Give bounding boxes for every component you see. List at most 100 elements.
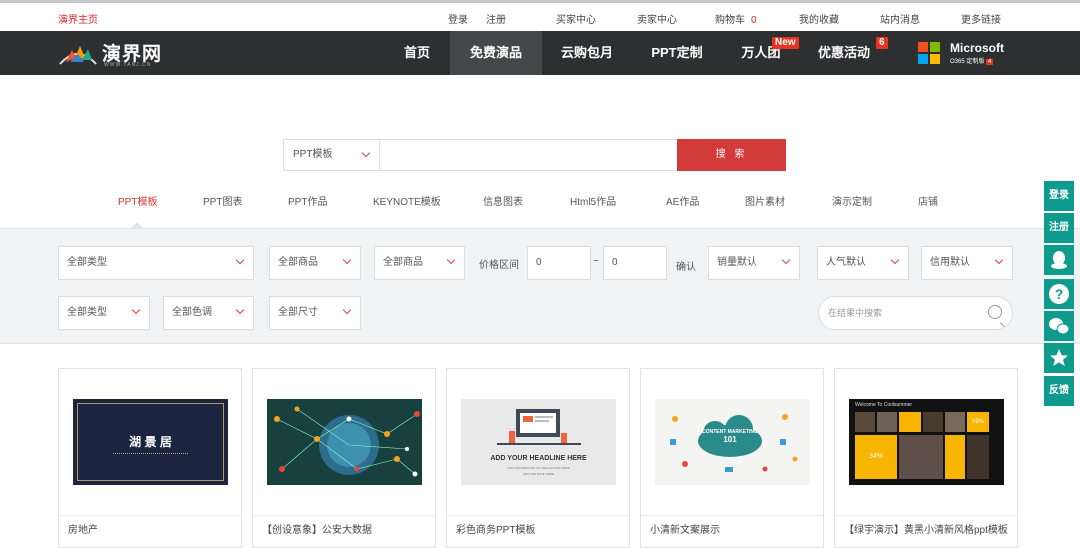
cart-link[interactable]: 购物车 0 <box>715 11 757 26</box>
filter-goods2-select[interactable]: 全部商品 <box>374 246 465 280</box>
search-icon[interactable] <box>988 305 1002 319</box>
search-input[interactable] <box>381 140 676 170</box>
side-register-button[interactable]: 注册 <box>1044 213 1074 243</box>
tab-html5[interactable]: Html5作品 <box>570 193 616 208</box>
nav-monthly-label: 云购包月 <box>560 45 613 60</box>
seller-center-link[interactable]: 卖家中心 <box>637 11 677 26</box>
nav-group-buy[interactable]: 万人团 New <box>722 31 800 75</box>
product-thumbnail[interactable]: Welcome To Coolsummer 59% 34% <box>849 399 1004 485</box>
qq-button[interactable] <box>1044 245 1074 275</box>
svg-text:?: ? <box>1055 286 1064 302</box>
product-card[interactable]: CONTENT MARKETING 101 小清新文案展示 <box>640 368 824 548</box>
product-title[interactable]: 【绿宇演示】黄黑小清新风格ppt模板 <box>835 515 1017 536</box>
tab-images[interactable]: 图片素材 <box>745 193 785 208</box>
product-title[interactable]: 房地产 <box>59 515 241 536</box>
sort-popularity-select[interactable]: 人气默认 <box>817 246 909 280</box>
nav-monthly[interactable]: 云购包月 <box>542 31 632 75</box>
price-from-input[interactable]: 0 <box>527 246 591 280</box>
product-thumbnail[interactable] <box>267 399 422 485</box>
tile-photo <box>899 435 943 479</box>
product-card[interactable]: 湖 景 居 房地产 <box>58 368 242 548</box>
filter-size-select[interactable]: 全部尺寸 <box>269 296 361 330</box>
messages-link[interactable]: 站内消息 <box>880 11 920 26</box>
microsoft-title: Microsoft <box>950 41 1004 55</box>
login-link[interactable]: 登录 <box>448 11 468 26</box>
filter-color-value: 全部色调 <box>172 307 212 318</box>
nav-promotions-label: 优惠活动 <box>817 45 870 60</box>
filter-type-select[interactable]: 全部类型 <box>58 246 254 280</box>
microsoft-sub: O365 定制版 4 <box>950 56 994 65</box>
microsoft-sub-text: O365 定制版 <box>950 59 985 65</box>
price-confirm-button[interactable]: 确认 <box>676 258 696 273</box>
ornament-line <box>113 453 188 456</box>
side-feedback-button[interactable]: 反馈 <box>1044 376 1074 406</box>
filter-size-value: 全部尺寸 <box>278 307 318 318</box>
nav-free[interactable]: 免费演品 <box>450 31 542 75</box>
tile-photo <box>967 435 989 479</box>
logo-icon <box>59 46 97 65</box>
product-thumbnail[interactable]: 湖 景 居 <box>73 399 228 485</box>
chevron-down-icon <box>361 148 371 158</box>
product-title[interactable]: 小清新文案展示 <box>641 515 823 536</box>
product-card[interactable]: ADD YOUR HEADLINE HERE ADD INFORMATION O… <box>446 368 630 548</box>
nav-promotions[interactable]: 优惠活动 6 <box>800 31 888 75</box>
home-link[interactable]: 演界主页 <box>58 11 98 26</box>
tab-infographic[interactable]: 信息图表 <box>483 193 523 208</box>
tile-percent-2: 34% <box>855 435 897 479</box>
tab-ppt-chart[interactable]: PPT图表 <box>203 193 242 208</box>
microsoft-banner[interactable]: Microsoft O365 定制版 4 <box>918 41 1008 67</box>
thumb-headline: ADD YOUR HEADLINE HERE <box>490 455 587 462</box>
cart-label: 购物车 <box>715 15 745 26</box>
result-search-input[interactable]: 在结果中搜索 <box>818 296 1013 330</box>
filter-type2-select[interactable]: 全部类型 <box>58 296 150 330</box>
sort-sales-select[interactable]: 销量默认 <box>708 246 800 280</box>
product-title[interactable]: 彩色商务PPT模板 <box>447 515 629 536</box>
tab-shop[interactable]: 店铺 <box>918 193 938 208</box>
nav-home[interactable]: 首页 <box>384 31 450 75</box>
wechat-button[interactable] <box>1044 311 1074 341</box>
filter-goods-value: 全部商品 <box>278 257 318 268</box>
tab-ppt-works[interactable]: PPT作品 <box>288 193 327 208</box>
favorite-button[interactable] <box>1044 343 1074 373</box>
sort-popularity-value: 人气默认 <box>826 257 866 268</box>
chevron-down-icon <box>890 255 900 265</box>
chevron-down-icon <box>446 255 456 265</box>
tab-custom[interactable]: 演示定制 <box>832 193 872 208</box>
thumb-sub-text-2: ADD THE DATE HERE <box>523 472 554 476</box>
chevron-down-icon <box>342 305 352 315</box>
microsoft-logo-icon <box>918 42 940 64</box>
nav-ppt-custom[interactable]: PPT定制 <box>632 31 722 75</box>
more-links[interactable]: 更多链接 <box>961 11 1001 26</box>
product-card[interactable]: 【创设意象】公安大数据 <box>252 368 436 548</box>
filter-color-select[interactable]: 全部色调 <box>163 296 254 330</box>
price-to-input[interactable]: 0 <box>603 246 667 280</box>
tab-keynote[interactable]: KEYNOTE模板 <box>373 193 441 208</box>
product-thumbnail[interactable]: ADD YOUR HEADLINE HERE ADD INFORMATION O… <box>461 399 616 485</box>
nav-menu: 首页 免费演品 云购包月 PPT定制 万人团 New 优惠活动 6 <box>384 31 888 75</box>
tile-photo <box>855 412 875 432</box>
star-icon <box>1050 349 1068 366</box>
tab-ppt-template[interactable]: PPT模板 <box>118 193 157 208</box>
favorites-link[interactable]: 我的收藏 <box>799 11 839 26</box>
product-thumbnail[interactable]: CONTENT MARKETING 101 <box>655 399 810 485</box>
help-button[interactable]: ? <box>1044 279 1074 309</box>
filter-goods2-value: 全部商品 <box>383 257 423 268</box>
filter-type-value: 全部类型 <box>67 257 107 268</box>
register-link[interactable]: 注册 <box>486 11 506 26</box>
price-range-label: 价格区间 <box>479 260 519 271</box>
search-type-select[interactable]: PPT模板 <box>284 140 380 170</box>
sort-credit-select[interactable]: 信用默认 <box>921 246 1013 280</box>
thumb-title: 湖 景 居 <box>129 435 172 449</box>
thumb-welcome: Welcome To Coolsummer <box>855 402 913 408</box>
product-title[interactable]: 【创设意象】公安大数据 <box>253 515 435 536</box>
search-button[interactable]: 搜 索 <box>677 139 786 171</box>
chevron-down-icon <box>131 305 141 315</box>
tab-ae[interactable]: AE作品 <box>666 193 699 208</box>
site-logo[interactable]: 演界网 WWW.YANJ.CN <box>58 40 168 68</box>
filter-goods-select[interactable]: 全部商品 <box>269 246 361 280</box>
side-login-button[interactable]: 登录 <box>1044 181 1074 211</box>
sort-credit-value: 信用默认 <box>930 257 970 268</box>
product-card[interactable]: Welcome To Coolsummer 59% 34% 【绿宇演示】黄黑小清… <box>834 368 1018 548</box>
chevron-down-icon <box>781 255 791 265</box>
buyer-center-link[interactable]: 买家中心 <box>556 11 596 26</box>
